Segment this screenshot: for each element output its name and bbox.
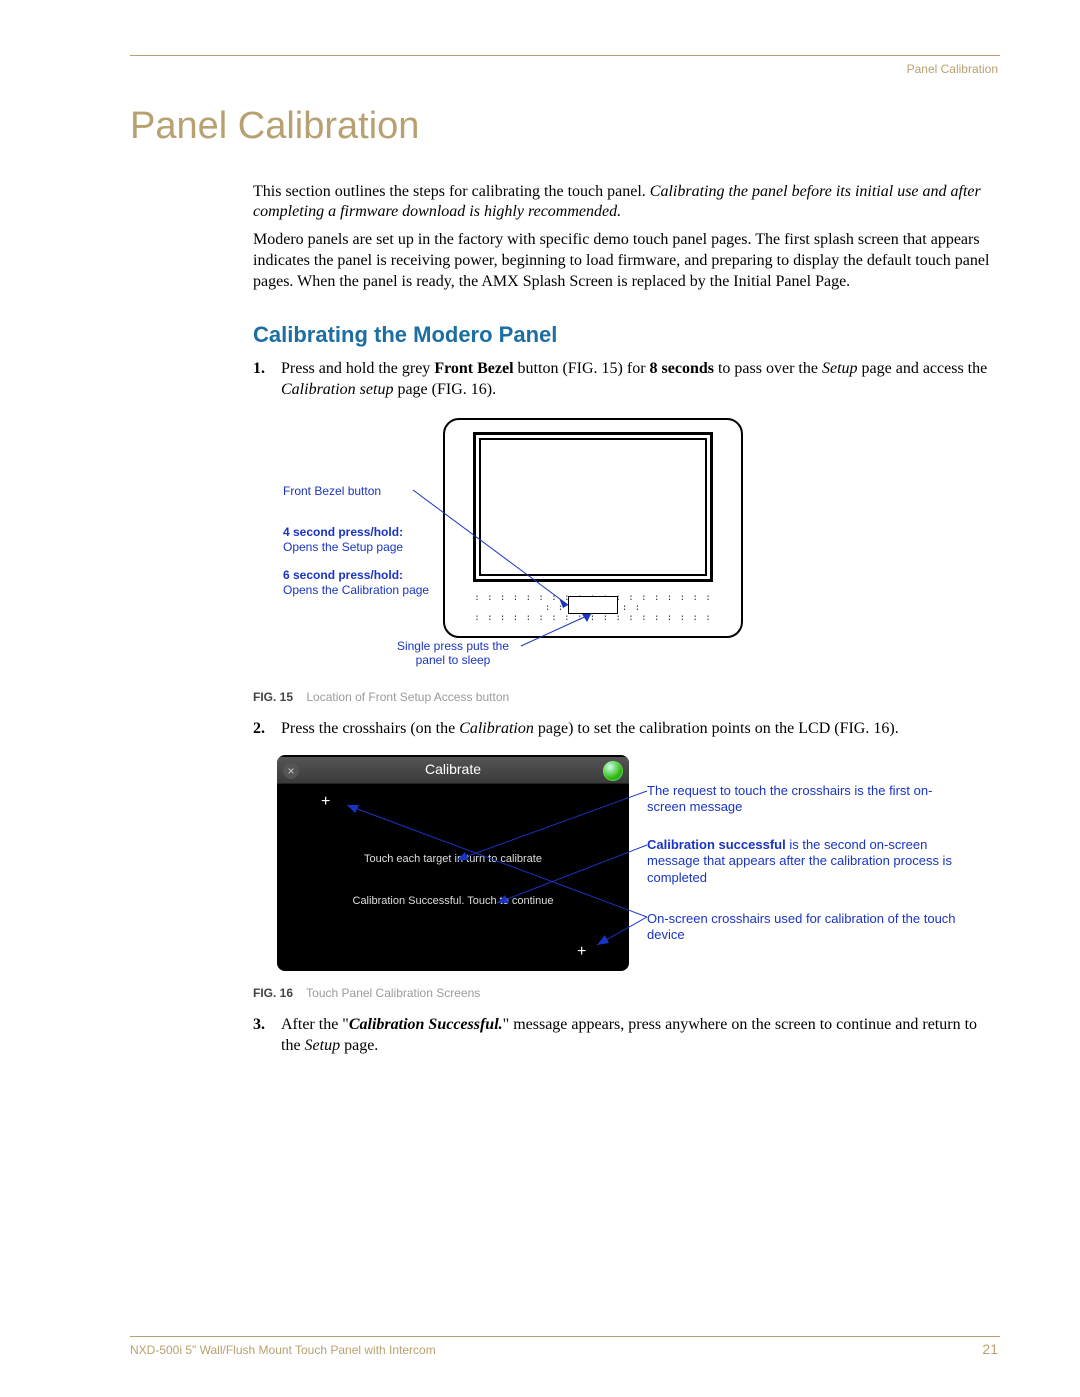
- s2-e1: Calibration: [459, 720, 534, 737]
- panel-inner-screen: [479, 438, 707, 576]
- s1-e1: Setup: [822, 360, 858, 377]
- s2-t2: page) to set the calibration points on t…: [534, 720, 899, 737]
- step-1-body: Press and hold the grey Front Bezel butt…: [281, 359, 998, 401]
- figure-15-label-4s-text: Opens the Setup page: [283, 540, 403, 554]
- step-2-body: Press the crosshairs (on the Calibration…: [281, 719, 998, 740]
- crosshair-icon: +: [577, 943, 586, 961]
- crosshair-icon: +: [321, 793, 330, 811]
- figure-16-annotation-3: On-screen crosshairs used for calibratio…: [647, 911, 967, 944]
- step-2-number: 2.: [253, 719, 277, 740]
- figure-16-caption-number: FIG. 16: [253, 986, 293, 1000]
- step-2: 2. Press the crosshairs (on the Calibrat…: [253, 719, 998, 740]
- s3-t1: After the ": [281, 1016, 349, 1033]
- figure-15-caption-text: Location of Front Setup Access button: [306, 690, 509, 704]
- s3-e1: Setup: [305, 1037, 341, 1054]
- header-section: Panel Calibration: [907, 62, 998, 76]
- subheading: Calibrating the Modero Panel: [253, 322, 557, 348]
- figure-16-annotation-2: Calibration successful is the second on-…: [647, 837, 967, 886]
- footer-rule: [130, 1336, 1000, 1337]
- calibration-title-bar: × Calibrate: [277, 757, 629, 784]
- panel-diagram: : : : : : : : : : : : : : : : : : : : : …: [443, 418, 743, 638]
- s3-t3: page.: [340, 1037, 378, 1054]
- calibration-title-text: Calibrate: [277, 761, 629, 777]
- s1-t1: Press and hold the grey: [281, 360, 434, 377]
- figure-16: × Calibrate + + Touch each target in tur…: [277, 755, 977, 975]
- s1-b2: 8 seconds: [650, 360, 714, 377]
- figure-16-annotation-1: The request to touch the crosshairs is t…: [647, 783, 967, 816]
- figure-15-label-front-bezel: Front Bezel button: [283, 484, 381, 498]
- calibration-message-1: Touch each target in turn to calibrate: [277, 853, 629, 867]
- intro-paragraph-1: This section outlines the steps for cali…: [253, 182, 998, 222]
- figure-16-caption: FIG. 16 Touch Panel Calibration Screens: [253, 986, 480, 1000]
- s3-be1: Calibration Successful.: [349, 1016, 503, 1033]
- s1-t3: to pass over the: [714, 360, 822, 377]
- figure-15-label-single-press: Single press puts the panel to sleep: [383, 640, 523, 668]
- calibration-screen: × Calibrate + + Touch each target in tur…: [277, 755, 629, 971]
- page-title: Panel Calibration: [130, 105, 419, 148]
- s1-t2: button (FIG. 15) for: [514, 360, 650, 377]
- s1-b1: Front Bezel: [434, 360, 513, 377]
- figure-16-caption-text: Touch Panel Calibration Screens: [306, 986, 480, 1000]
- figure-15-label-6s-text: Opens the Calibration page: [283, 583, 429, 597]
- s1-t5: page (FIG. 16).: [393, 381, 496, 398]
- panel-front-bezel-button: [568, 596, 618, 614]
- step-3-number: 3.: [253, 1015, 277, 1036]
- figure-15-caption: FIG. 15 Location of Front Setup Access b…: [253, 690, 509, 704]
- intro1-pre: This section outlines the steps for cali…: [253, 183, 650, 200]
- s2-t1: Press the crosshairs (on the: [281, 720, 459, 737]
- step-3-body: After the "Calibration Successful." mess…: [281, 1015, 998, 1057]
- figure-15: Front Bezel button 4 second press/hold: …: [253, 418, 998, 656]
- figure-15-label-6s-bold: 6 second press/hold:: [283, 568, 403, 582]
- step-1: 1. Press and hold the grey Front Bezel b…: [253, 359, 998, 401]
- footer-page-number: 21: [982, 1341, 998, 1357]
- top-rule: [130, 55, 1000, 56]
- figure-15-label-4s-bold: 4 second press/hold:: [283, 525, 403, 539]
- s1-t4: page and access the: [858, 360, 988, 377]
- step-3: 3. After the "Calibration Successful." m…: [253, 1015, 998, 1057]
- footer-product-name: NXD-500i 5" Wall/Flush Mount Touch Panel…: [130, 1343, 436, 1357]
- intro-paragraph-2: Modero panels are set up in the factory …: [253, 230, 998, 292]
- s1-e2: Calibration setup: [281, 381, 393, 398]
- calibration-message-2: Calibration Successful. Touch to continu…: [277, 895, 629, 909]
- figure-16-annotation-2-bold: Calibration successful: [647, 837, 786, 852]
- step-1-number: 1.: [253, 359, 277, 380]
- figure-15-caption-number: FIG. 15: [253, 690, 293, 704]
- ok-indicator-icon: [603, 761, 623, 781]
